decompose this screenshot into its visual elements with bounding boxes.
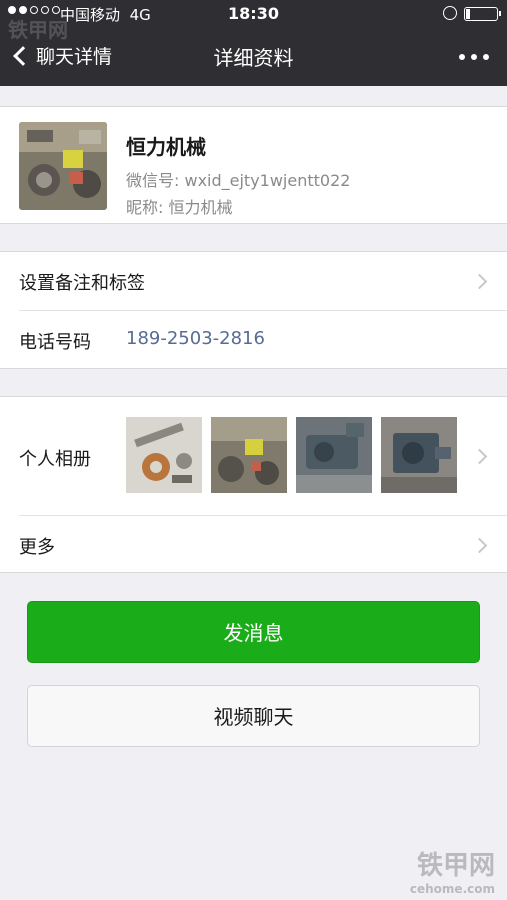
- navigation-bar: 聊天详情 详细资料: [0, 28, 507, 86]
- remark-tag-row[interactable]: 设置备注和标签: [0, 252, 507, 310]
- status-time: 18:30: [228, 4, 279, 23]
- watermark-brand: 铁甲网: [416, 851, 495, 881]
- battery-icon: [464, 7, 501, 21]
- album-photo: [126, 417, 202, 493]
- album-photo: [381, 417, 457, 493]
- remark-tag-label: 设置备注和标签: [19, 273, 145, 294]
- more-options-icon[interactable]: [459, 54, 489, 60]
- contact-name: 恒力机械: [126, 135, 206, 159]
- phone-row: 电话号码 189-2503-2816: [0, 311, 507, 369]
- chevron-right-icon: [471, 273, 488, 290]
- profile-card: 恒力机械 微信号: wxid_ejty1wjentt022 昵称: 恒力机械: [0, 106, 507, 224]
- phone-number-link[interactable]: 189-2503-2816: [126, 328, 265, 349]
- send-message-button[interactable]: 发消息: [27, 601, 480, 663]
- more-row[interactable]: 更多: [0, 516, 507, 574]
- chevron-right-icon: [471, 537, 488, 554]
- info-section: 设置备注和标签 电话号码 189-2503-2816: [0, 251, 507, 369]
- watermark-site: cehome.com: [409, 882, 495, 896]
- top-bar: 铁甲网 中国移动 4G 18:30 聊天详情 详细资料: [0, 0, 507, 86]
- phone-label: 电话号码: [19, 332, 91, 353]
- rotation-lock-icon: [443, 6, 457, 20]
- watermark: 铁甲网 cehome.com: [410, 845, 495, 896]
- album-label: 个人相册: [19, 449, 91, 470]
- album-photo: [296, 417, 372, 493]
- album-row[interactable]: 个人相册: [0, 397, 507, 515]
- page-title: 详细资料: [213, 46, 294, 70]
- more-label: 更多: [19, 537, 55, 558]
- status-bar: 中国移动 4G 18:30: [0, 0, 507, 28]
- video-call-button[interactable]: 视频聊天: [27, 685, 480, 747]
- chevron-right-icon: [471, 448, 488, 465]
- avatar[interactable]: [19, 122, 107, 210]
- nickname: 昵称: 恒力机械: [126, 198, 233, 217]
- album-photo: [211, 417, 287, 493]
- album-section: 个人相册 更多: [0, 396, 507, 573]
- wechat-id: 微信号: wxid_ejty1wjentt022: [126, 171, 351, 190]
